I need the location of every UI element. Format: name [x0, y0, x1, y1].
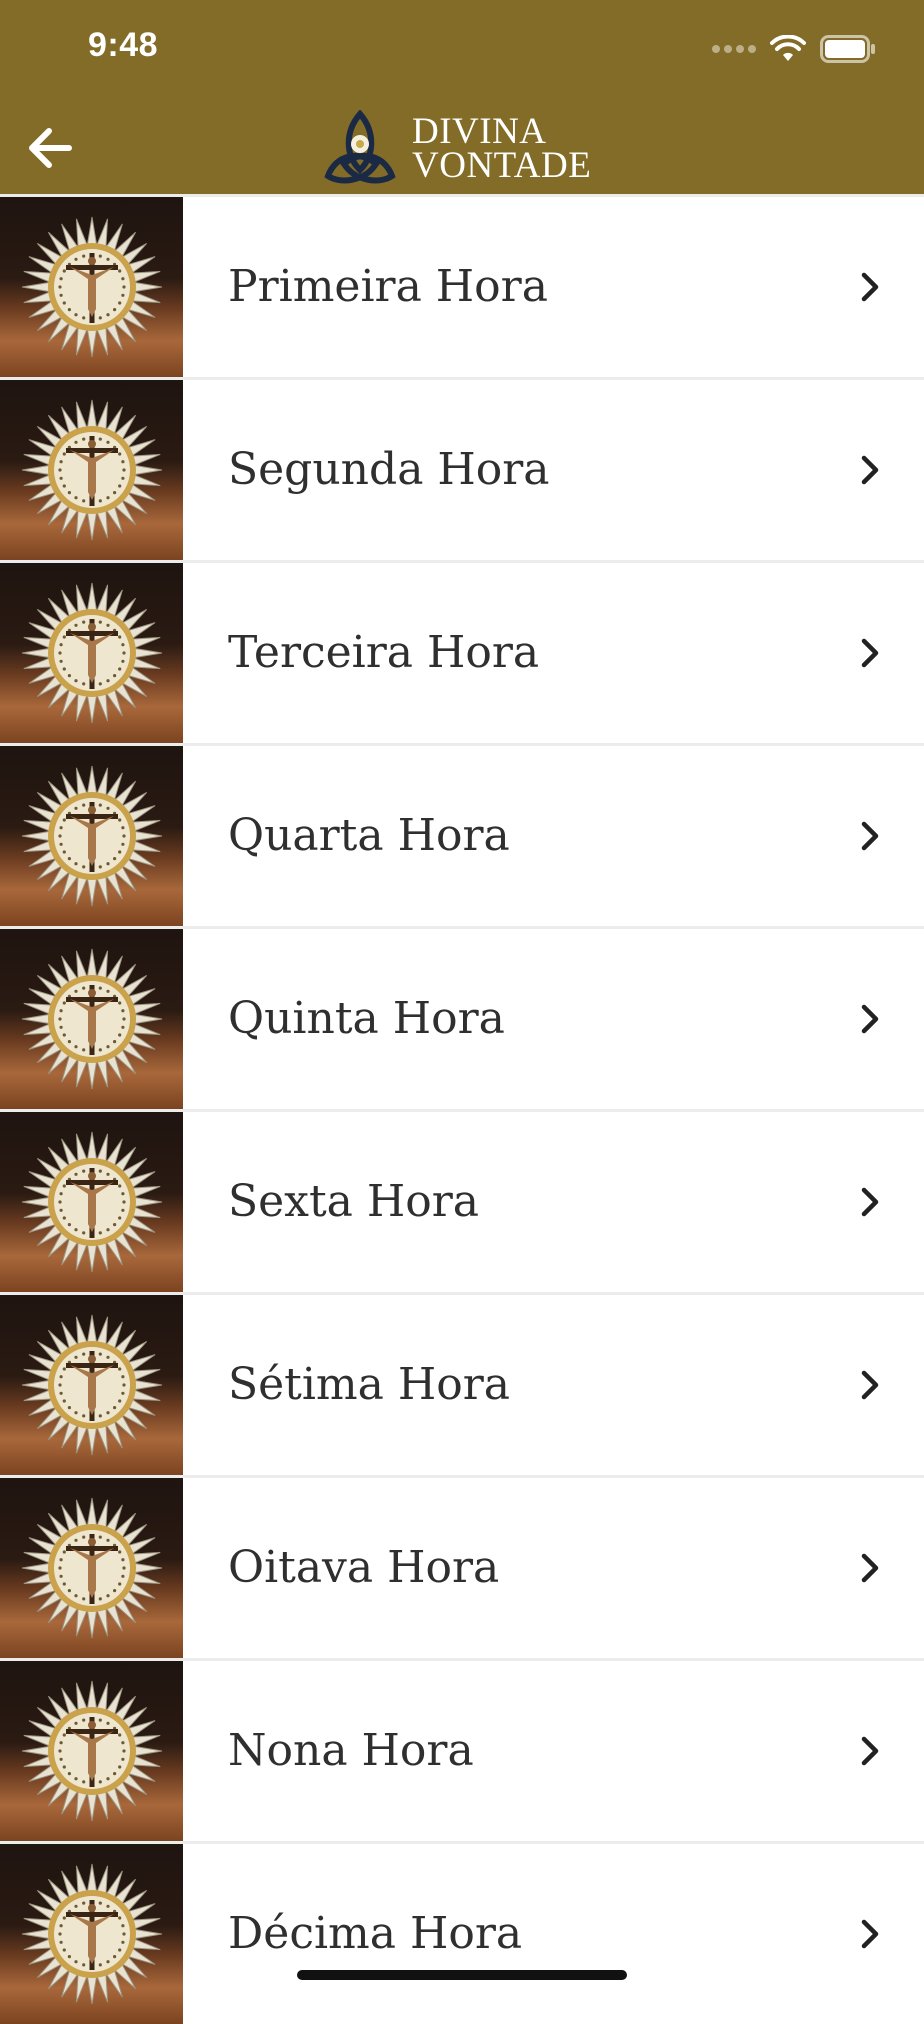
list-item-hour-10[interactable]: Décima Hora [0, 1841, 924, 2024]
crucifix-sunburst-icon [21, 582, 163, 724]
list-item-label: Quarta Hora [228, 810, 510, 861]
crucifix-sunburst-icon [21, 948, 163, 1090]
hours-list: Primeira Hora Segunda Hora Terceira Hora… [0, 194, 924, 2024]
list-item-label: Quinta Hora [228, 993, 505, 1044]
app-logo: DIVINA VONTADE [318, 110, 618, 188]
logo-line-1: DIVINA [412, 111, 547, 152]
crucifix-sunburst-icon [21, 1680, 163, 1822]
hour-thumbnail-image [0, 197, 183, 377]
list-item-hour-5[interactable]: Quinta Hora [0, 926, 924, 1109]
crucifix-sunburst-icon [21, 1863, 163, 2005]
list-item-label: Primeira Hora [228, 261, 548, 312]
hour-thumbnail-image [0, 929, 183, 1109]
crucifix-sunburst-icon [21, 216, 163, 358]
chevron-right-icon [861, 1370, 879, 1400]
list-item-label: Nona Hora [228, 1725, 474, 1776]
list-item-label: Terceira Hora [228, 627, 540, 678]
battery-icon [820, 35, 875, 63]
list-item-hour-8[interactable]: Oitava Hora [0, 1475, 924, 1658]
hour-thumbnail-image [0, 380, 183, 560]
crucifix-sunburst-icon [21, 399, 163, 541]
list-item-label: Sétima Hora [228, 1359, 511, 1410]
crucifix-sunburst-icon [21, 765, 163, 907]
chevron-right-icon [861, 821, 879, 851]
chevron-right-icon [861, 1919, 879, 1949]
list-item-label: Sexta Hora [228, 1176, 480, 1227]
trinity-knot-icon [324, 110, 396, 184]
list-item-label: Segunda Hora [228, 444, 550, 495]
chevron-right-icon [861, 455, 879, 485]
list-item-hour-2[interactable]: Segunda Hora [0, 377, 924, 560]
list-item-hour-1[interactable]: Primeira Hora [0, 194, 924, 377]
crucifix-sunburst-icon [21, 1131, 163, 1273]
hour-thumbnail-image [0, 746, 183, 926]
arrow-left-icon [29, 128, 72, 168]
hour-thumbnail-image [0, 1844, 183, 2024]
crucifix-sunburst-icon [21, 1314, 163, 1456]
app-header: 9:48 DIVINA VONTADE [0, 0, 924, 194]
chevron-right-icon [861, 1187, 879, 1217]
wifi-icon [770, 35, 806, 61]
hour-thumbnail-image [0, 1112, 183, 1292]
chevron-right-icon [861, 1004, 879, 1034]
cellular-signal-icon [712, 45, 756, 53]
chevron-right-icon [861, 638, 879, 668]
status-time: 9:48 [88, 26, 159, 64]
back-button[interactable] [22, 120, 78, 176]
list-item-hour-9[interactable]: Nona Hora [0, 1658, 924, 1841]
chevron-right-icon [861, 1736, 879, 1766]
list-item-label: Oitava Hora [228, 1542, 500, 1593]
hour-thumbnail-image [0, 1478, 183, 1658]
list-item-label: Décima Hora [228, 1908, 523, 1959]
status-icons [712, 32, 876, 66]
hour-thumbnail-image [0, 563, 183, 743]
chevron-right-icon [861, 1553, 879, 1583]
list-item-hour-3[interactable]: Terceira Hora [0, 560, 924, 743]
logo-line-2: VONTADE [412, 145, 592, 186]
list-item-hour-7[interactable]: Sétima Hora [0, 1292, 924, 1475]
hour-thumbnail-image [0, 1661, 183, 1841]
hour-thumbnail-image [0, 1295, 183, 1475]
list-item-hour-4[interactable]: Quarta Hora [0, 743, 924, 926]
home-indicator [297, 1970, 627, 1980]
logo-text: DIVINA VONTADE [412, 111, 592, 186]
crucifix-sunburst-icon [21, 1497, 163, 1639]
list-item-hour-6[interactable]: Sexta Hora [0, 1109, 924, 1292]
chevron-right-icon [861, 272, 879, 302]
